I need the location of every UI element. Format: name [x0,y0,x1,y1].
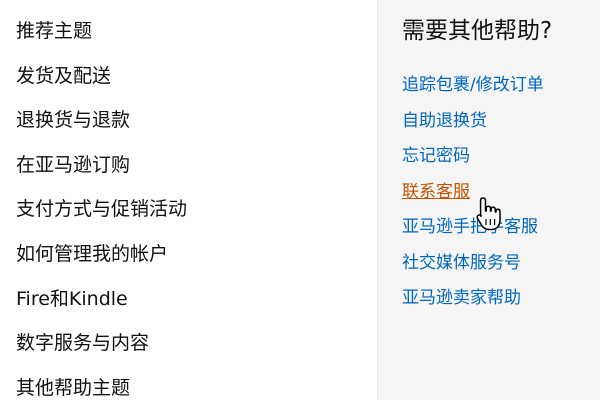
link-forgot-password[interactable]: 忘记密码 [402,143,600,179]
nav-item-payment-promotions[interactable]: 支付方式与促销活动 [16,195,377,240]
more-help-panel: 需要其他帮助? 追踪包裹/修改订单 自助退换货 忘记密码 联系客服 亚马逊手把手… [378,0,600,400]
help-page: 推荐主题 发货及配送 退换货与退款 在亚马逊订购 支付方式与促销活动 如何管理我… [0,0,600,400]
nav-item-recommended-topics[interactable]: 推荐主题 [16,17,377,62]
link-track-package[interactable]: 追踪包裹/修改订单 [402,72,600,108]
nav-item-returns-refunds[interactable]: 退换货与退款 [16,106,377,151]
link-self-service-returns[interactable]: 自助退换货 [402,108,600,144]
more-help-title: 需要其他帮助? [402,18,553,44]
link-social-media-service[interactable]: 社交媒体服务号 [402,250,600,286]
nav-item-ordering[interactable]: 在亚马逊订购 [16,151,377,196]
link-seller-help[interactable]: 亚马逊卖家帮助 [402,285,600,321]
help-topics-nav: 推荐主题 发货及配送 退换货与退款 在亚马逊订购 支付方式与促销活动 如何管理我… [0,0,378,400]
nav-item-other-help-topics[interactable]: 其他帮助主题 [16,374,377,400]
nav-item-fire-kindle[interactable]: Fire和Kindle [16,285,377,330]
link-guided-customer-service[interactable]: 亚马逊手把手客服 [402,214,600,250]
nav-item-shipping-delivery[interactable]: 发货及配送 [16,62,377,107]
link-contact-customer-service[interactable]: 联系客服 [402,179,600,215]
nav-item-digital-services[interactable]: 数字服务与内容 [16,329,377,374]
nav-item-manage-account[interactable]: 如何管理我的帐户 [16,240,377,285]
